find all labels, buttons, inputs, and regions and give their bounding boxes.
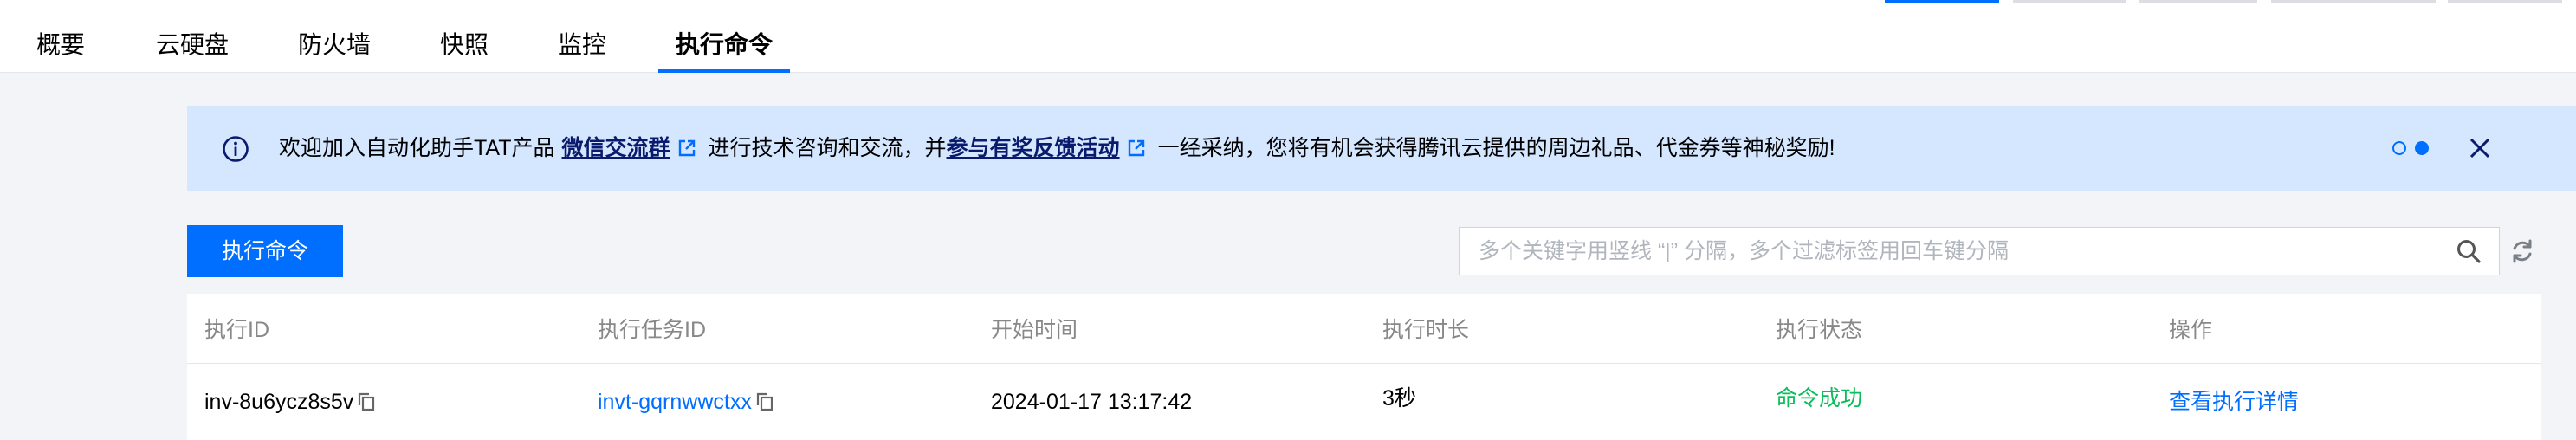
tab-overview[interactable]: 概要 xyxy=(36,28,85,73)
execution-id-cell: inv-8u6ycz8s5v xyxy=(204,387,376,417)
run-command-button[interactable]: 执行命令 xyxy=(187,225,343,277)
tab-label: 云硬盘 xyxy=(156,31,230,58)
pagination-dot-active[interactable] xyxy=(2415,141,2429,155)
tab-run-command[interactable]: 执行命令 xyxy=(658,28,790,73)
top-primary-button-edge[interactable] xyxy=(1885,0,1999,3)
external-link-icon[interactable] xyxy=(677,139,696,158)
start-time-cell: 2024-01-17 13:17:42 xyxy=(991,390,1193,414)
banner-text: 欢迎加入自动化助手TAT产品 xyxy=(279,136,555,160)
banner-text: 一经采纳，您将有机会获得腾讯云提供的周边礼品、代金券等神秘奖励! xyxy=(1157,136,1835,160)
column-header-duration: 执行时长 xyxy=(1382,318,1470,342)
column-header-task-id: 执行任务ID xyxy=(598,318,707,342)
column-header-execution-id: 执行ID xyxy=(204,318,270,342)
search-input[interactable] xyxy=(1479,228,2440,275)
tab-label: 防火墙 xyxy=(298,31,372,58)
search-box xyxy=(1459,227,2500,275)
top-tab-bar: 概要 云硬盘 防火墙 快照 监控 执行命令 xyxy=(0,0,2576,73)
search-icon[interactable] xyxy=(2456,238,2482,264)
notice-banner: 欢迎加入自动化助手TAT产品 微信交流群 进行技术咨询和交流，并 参与有奖反馈活… xyxy=(187,106,2576,191)
tab-label: 概要 xyxy=(36,31,86,58)
execution-id: inv-8u6ycz8s5v xyxy=(204,390,354,414)
task-id-link[interactable]: invt-gqrnwwctxx xyxy=(598,387,752,417)
feedback-activity-link[interactable]: 参与有奖反馈活动 xyxy=(947,133,1120,163)
tab-monitoring[interactable]: 监控 xyxy=(558,28,606,73)
active-tab-indicator xyxy=(658,69,790,73)
top-button-edge[interactable] xyxy=(2139,0,2257,3)
column-header-start-time: 开始时间 xyxy=(991,318,1078,342)
top-button-edge[interactable] xyxy=(2271,0,2436,3)
table-row: inv-8u6ycz8s5v invt-gqrnwwctxx 2024-01-1… xyxy=(187,365,2541,440)
close-icon[interactable] xyxy=(2469,137,2491,159)
tab-label: 执行命令 xyxy=(675,31,773,58)
command-execution-table: 执行ID 执行任务ID 开始时间 执行时长 执行状态 操作 inv-8u6ycz… xyxy=(187,294,2541,440)
copy-icon[interactable] xyxy=(357,391,376,412)
info-icon xyxy=(223,136,249,162)
pagination-dot[interactable] xyxy=(2392,141,2406,155)
banner-message: 欢迎加入自动化助手TAT产品 微信交流群 进行技术咨询和交流，并 参与有奖反馈活… xyxy=(279,133,1835,163)
column-header-actions: 操作 xyxy=(2169,318,2213,342)
tab-label: 监控 xyxy=(558,31,607,58)
table-header: 执行ID 执行任务ID 开始时间 执行时长 执行状态 操作 xyxy=(187,294,2541,364)
task-id-cell: invt-gqrnwwctxx xyxy=(598,387,774,417)
top-button-edge[interactable] xyxy=(2448,0,2562,3)
wechat-group-link[interactable]: 微信交流群 xyxy=(562,133,670,163)
tab-label: 快照 xyxy=(440,31,489,58)
tab-snapshot[interactable]: 快照 xyxy=(440,28,489,73)
tab-firewall[interactable]: 防火墙 xyxy=(298,28,371,73)
top-button-edge[interactable] xyxy=(2013,0,2126,3)
column-header-status: 执行状态 xyxy=(1776,318,1863,342)
refresh-icon[interactable] xyxy=(2508,237,2536,265)
external-link-icon[interactable] xyxy=(1127,139,1146,158)
banner-text: 进行技术咨询和交流，并 xyxy=(708,136,947,160)
duration-cell: 3秒 xyxy=(1382,386,1416,411)
tab-cloud-disk[interactable]: 云硬盘 xyxy=(156,28,229,73)
copy-icon[interactable] xyxy=(755,391,774,412)
status-cell: 命令成功 xyxy=(1776,386,1863,411)
banner-pagination xyxy=(2392,140,2430,156)
view-execution-details-link[interactable]: 查看执行详情 xyxy=(2169,387,2299,417)
